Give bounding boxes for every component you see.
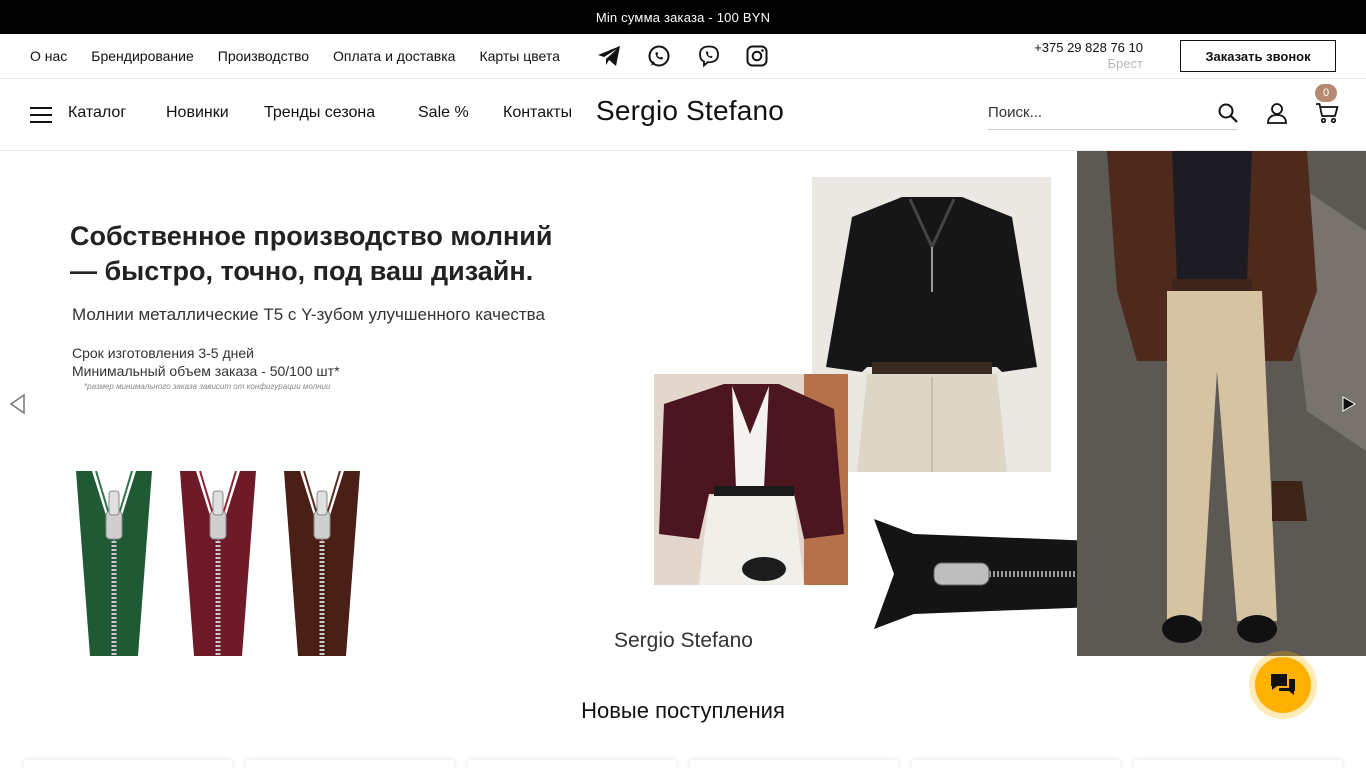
main-nav: Каталог Новинки Тренды сезона Sale % Кон… — [0, 79, 1366, 151]
zipper-burgundy-image — [180, 471, 256, 656]
product-card[interactable] — [912, 760, 1120, 768]
site-logo[interactable]: Sergio Stefano — [596, 95, 784, 127]
product-card[interactable] — [1134, 760, 1342, 768]
product-card[interactable] — [468, 760, 676, 768]
product-card[interactable] — [24, 760, 232, 768]
viber-icon[interactable] — [696, 43, 722, 69]
cart-icon[interactable] — [1315, 102, 1339, 124]
zipper-brown-image — [284, 471, 360, 656]
nav-catalog[interactable]: Каталог — [68, 104, 126, 122]
search-input[interactable] — [988, 97, 1198, 127]
chat-widget-button[interactable] — [1249, 651, 1317, 719]
city-label: Брест — [1107, 56, 1143, 71]
info-link-payment-delivery[interactable]: Оплата и доставка — [333, 48, 455, 64]
nav-contacts[interactable]: Контакты — [503, 104, 572, 122]
search-box — [988, 97, 1238, 130]
search-icon[interactable] — [1218, 103, 1238, 123]
info-links: О нас Брендирование Производство Оплата … — [30, 34, 584, 78]
nav-sale[interactable]: Sale % — [418, 104, 469, 122]
section-title: Новые поступления — [581, 698, 785, 723]
zipper-green-image — [76, 471, 152, 656]
street-look-photo — [1077, 151, 1366, 656]
nav-new-arrivals[interactable]: Новинки — [166, 104, 229, 122]
menu-icon[interactable] — [30, 107, 52, 123]
banner-headline: Собственное производство молний — быстро… — [70, 221, 553, 286]
cart-count-badge: 0 — [1315, 84, 1337, 102]
info-link-branding[interactable]: Брендирование — [91, 48, 193, 64]
banner-logo: Sergio Stefano — [614, 629, 753, 652]
hero-banner[interactable]: Собственное производство молний — быстро… — [0, 151, 1366, 656]
phone-number[interactable]: +375 29 828 76 10 — [990, 40, 1143, 56]
info-link-about[interactable]: О нас — [30, 48, 67, 64]
leather-jacket-photo — [654, 374, 848, 585]
callback-button[interactable]: Заказать звонок — [1180, 40, 1336, 72]
telegram-icon[interactable] — [596, 43, 622, 69]
banner-terms: Срок изготовления 3-5 дней Минимальный о… — [72, 345, 340, 379]
whatsapp-icon[interactable] — [646, 43, 672, 69]
info-link-production[interactable]: Производство — [218, 48, 309, 64]
banner-footnote: *размер минимального заказа зависит от к… — [84, 382, 331, 391]
announcement-text: Min сумма заказа - 100 BYN — [595, 9, 771, 25]
product-card[interactable] — [690, 760, 898, 768]
info-link-color-cards[interactable]: Карты цвета — [479, 48, 559, 64]
banner-subheadline: Молнии металлические Т5 с Y-зубом улучше… — [72, 305, 545, 324]
instagram-icon[interactable] — [744, 43, 770, 69]
nav-season-trends[interactable]: Тренды сезона — [264, 104, 375, 122]
contact-block: +375 29 828 76 10 Брест — [990, 40, 1143, 72]
slider-next-arrow-icon[interactable] — [1340, 393, 1360, 415]
announcement-bar: Min сумма заказа - 100 BYN — [0, 0, 1366, 34]
chat-icon[interactable] — [1255, 657, 1311, 713]
product-card[interactable] — [246, 760, 454, 768]
user-icon[interactable] — [1266, 102, 1288, 124]
info-bar: О нас Брендирование Производство Оплата … — [0, 34, 1366, 79]
slider-prev-arrow-icon[interactable] — [8, 393, 28, 415]
